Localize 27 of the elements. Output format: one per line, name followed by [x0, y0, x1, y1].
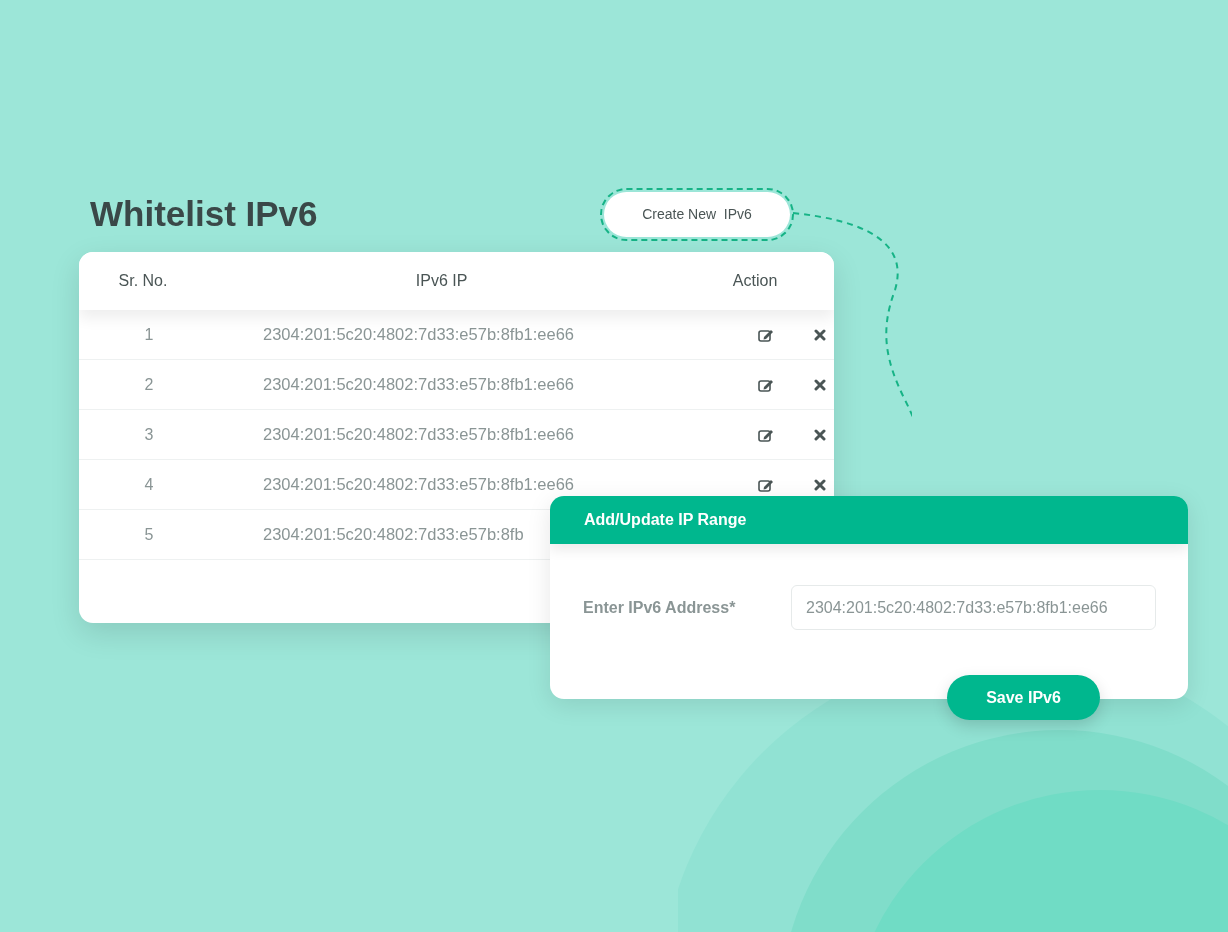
edit-icon[interactable]: [758, 477, 774, 492]
column-header: Sr. No.: [118, 271, 168, 291]
column-header: Action: [732, 271, 778, 291]
table-cell-text: 2: [144, 374, 154, 395]
table-cell-text: 5: [144, 524, 154, 545]
edit-icon[interactable]: [758, 427, 774, 442]
table-cell: 2304:201:5c20:4802:7d33:e57b:8fb: [263, 525, 524, 543]
page-title: Whitelist IPv6: [90, 193, 318, 235]
edit-icon[interactable]: [758, 377, 774, 392]
create-new-button[interactable]: Create New IPv6: [604, 192, 790, 237]
table-cell-text: 4: [144, 474, 154, 495]
table-cell: 2304:201:5c20:4802:7d33:e57b:8fb1:ee66: [263, 425, 575, 443]
table-cell: 2304:201:5c20:4802:7d33:e57b:8fb1:ee66: [263, 475, 575, 493]
save-button[interactable]: Save IPv6: [947, 675, 1100, 720]
column-header: IPv6 IP: [415, 271, 468, 291]
table-cell-text: 1: [144, 324, 154, 345]
table-cell-text: 3: [144, 424, 154, 445]
table-cell: 2304:201:5c20:4802:7d33:e57b:8fb1:ee66: [263, 375, 575, 393]
field-label: Enter IPv6 Address*: [583, 597, 737, 618]
delete-icon[interactable]: [814, 478, 826, 491]
delete-icon[interactable]: [814, 378, 826, 391]
edit-icon[interactable]: [758, 327, 774, 342]
ipv6-input-field[interactable]: 2304:201:5c20:4802:7d33:e57b:8fb1:ee66: [791, 585, 1156, 630]
delete-icon[interactable]: [814, 428, 826, 441]
table-cell: 2304:201:5c20:4802:7d33:e57b:8fb1:ee66: [263, 325, 575, 343]
form-title: Add/Update IP Range: [584, 510, 747, 530]
delete-icon[interactable]: [814, 328, 826, 341]
